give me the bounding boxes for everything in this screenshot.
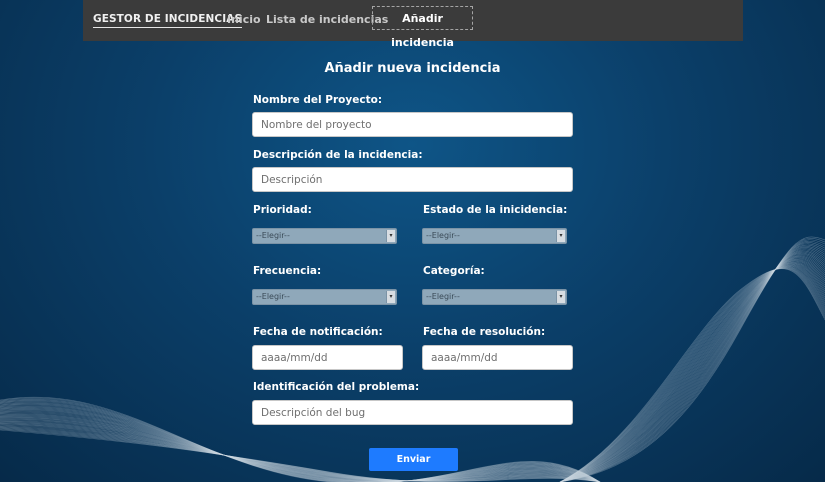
notification-date-input[interactable] (252, 345, 403, 370)
chevron-down-icon: ▾ (386, 230, 395, 242)
status-select[interactable]: --Elegir-- ▾ (422, 228, 567, 244)
chevron-down-icon: ▾ (556, 291, 565, 303)
frequency-label: Frecuencia: (253, 265, 322, 277)
category-select-value: --Elegir-- (426, 292, 460, 301)
frequency-select[interactable]: --Elegir-- ▾ (252, 289, 397, 305)
nav-anadir-incidencia[interactable]: Añadir incidencia (372, 6, 473, 49)
form-title: Añadir nueva incidencia (324, 61, 501, 76)
resolution-date-input[interactable] (422, 345, 573, 370)
chevron-down-icon: ▾ (556, 230, 565, 242)
frequency-select-value: --Elegir-- (256, 292, 290, 301)
priority-select[interactable]: --Elegir-- ▾ (252, 228, 397, 244)
resolution-date-label: Fecha de resolución: (423, 326, 546, 338)
incident-form: Añadir nueva incidencia Nombre del Proye… (0, 0, 825, 482)
description-input[interactable] (252, 167, 573, 192)
project-label: Nombre del Proyecto: (253, 94, 383, 106)
status-select-value: --Elegir-- (426, 231, 460, 240)
problem-label: Identificación del problema: (253, 381, 420, 393)
nav-inicio[interactable]: Inicio (227, 13, 261, 26)
chevron-down-icon: ▾ (386, 291, 395, 303)
status-label: Estado de la inicidencia: (423, 204, 568, 216)
category-label: Categoría: (423, 265, 485, 277)
problem-input[interactable] (252, 400, 573, 425)
priority-label: Prioridad: (253, 204, 312, 216)
priority-select-value: --Elegir-- (256, 231, 290, 240)
notification-date-label: Fecha de notificación: (253, 326, 383, 338)
category-select[interactable]: --Elegir-- ▾ (422, 289, 567, 305)
project-input[interactable] (252, 112, 573, 137)
description-label: Descripción de la incidencia: (253, 149, 423, 161)
top-navbar: GESTOR DE INCIDENCIAS Inicio Lista de in… (83, 0, 743, 49)
submit-button[interactable]: Enviar (369, 448, 458, 471)
brand-logo[interactable]: GESTOR DE INCIDENCIAS (93, 13, 243, 28)
nav-lista-incidencias[interactable]: Lista de incidencias (266, 13, 388, 26)
